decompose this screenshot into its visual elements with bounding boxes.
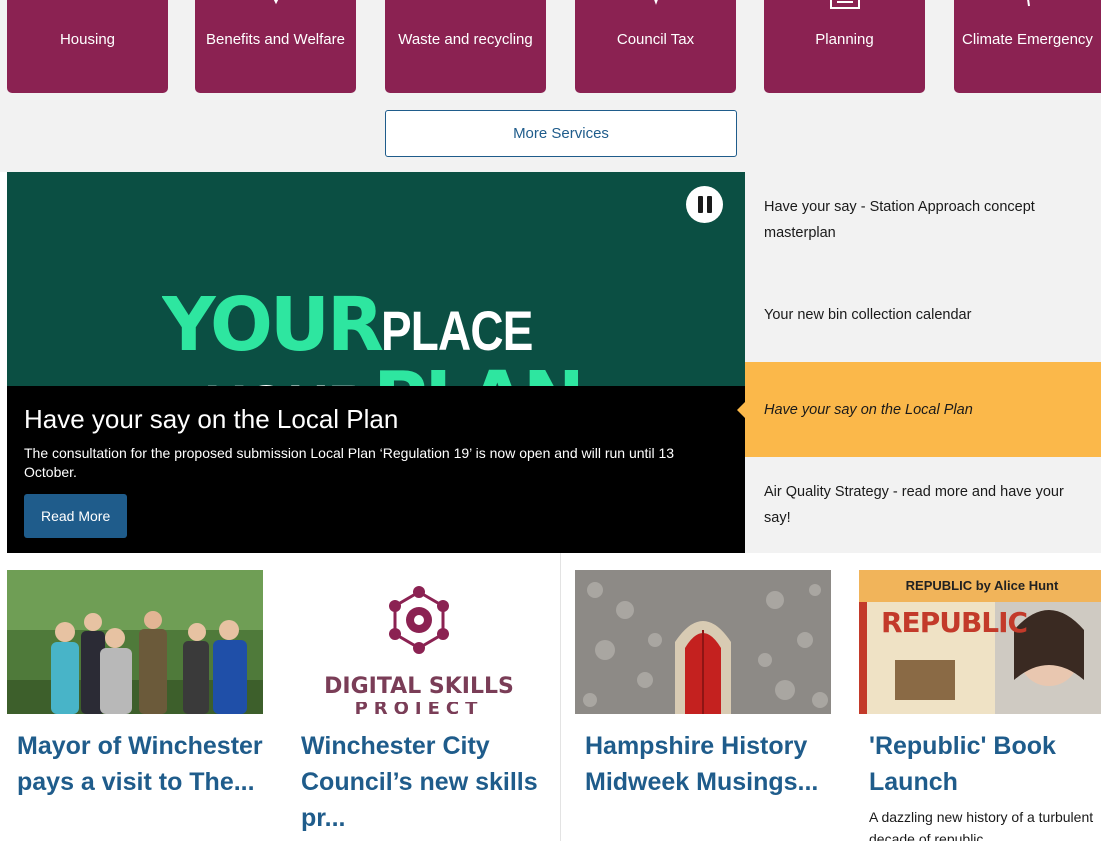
service-tile-label: Council Tax xyxy=(616,31,695,48)
read-more-button[interactable]: Read More xyxy=(24,494,128,538)
news-description: A dazzling new history of a turbulent de… xyxy=(869,809,1094,841)
hero-carousel: YOURPLACE YOUR PLAN Have your say on the… xyxy=(7,172,745,553)
leaf-icon xyxy=(1026,0,1030,7)
pause-icon-bar xyxy=(706,196,712,213)
digital-skills-logo-text: DIGITAL SKILLS xyxy=(324,674,514,699)
digital-skills-logo-subtext: PROJECT xyxy=(354,702,484,714)
service-tile-label: Housing xyxy=(59,31,116,48)
news-card-mayor: Mayor of Winchester pays a visit to The.… xyxy=(7,570,263,800)
bin-icon xyxy=(443,0,489,10)
news-photo-republic-book[interactable]: REPUBLIC by Alice Hunt REPUBLIC xyxy=(859,570,1101,714)
news-card-republic: REPUBLIC by Alice Hunt REPUBLIC 'Republi… xyxy=(859,570,1101,841)
news-photo-red-door[interactable] xyxy=(575,570,831,714)
pause-icon xyxy=(697,196,703,213)
slide-item-station-approach[interactable]: Have your say - Station Approach concept… xyxy=(745,172,1101,267)
slide-item-label: Your new bin collection calendar xyxy=(764,306,972,323)
hero-text-place: PLACE xyxy=(380,299,533,362)
service-tile-label: Climate Emergency xyxy=(962,31,1093,48)
services-section: Housing Benefits and Welfare Waste and r… xyxy=(0,0,1101,172)
coins-icon xyxy=(653,0,658,5)
book-cover-title: REPUBLIC xyxy=(881,606,1028,639)
more-services-button[interactable]: More Services xyxy=(385,110,737,157)
service-tile-label: Waste and recycling xyxy=(398,31,533,48)
slide-caption: Have your say on the Local Plan The cons… xyxy=(7,386,745,553)
service-tile-climate[interactable]: Climate Emergency xyxy=(954,0,1101,93)
service-tile-benefits[interactable]: Benefits and Welfare xyxy=(195,0,356,93)
news-card-digital-skills: DIGITAL SKILLS PROJECT Winchester City C… xyxy=(291,570,547,836)
service-tile-label: Planning xyxy=(815,31,874,48)
news-title[interactable]: 'Republic' Book Launch xyxy=(859,728,1101,800)
news-photo-digital-skills[interactable]: DIGITAL SKILLS PROJECT xyxy=(291,570,547,714)
slide-item-air-quality[interactable]: Air Quality Strategy - read more and hav… xyxy=(745,457,1101,553)
service-tile-housing[interactable]: Housing xyxy=(7,0,168,93)
news-photo-mayor[interactable] xyxy=(7,570,263,714)
hero-image: YOURPLACE YOUR PLAN xyxy=(162,282,582,392)
slide-caption-title: Have your say on the Local Plan xyxy=(24,404,399,434)
slide-item-local-plan[interactable]: Have your say on the Local Plan xyxy=(737,362,1101,457)
slide-list: Have your say - Station Approach concept… xyxy=(737,172,1101,553)
service-tile-council-tax[interactable]: Council Tax xyxy=(575,0,736,93)
service-tile-waste[interactable]: Waste and recycling xyxy=(385,0,546,93)
news-title[interactable]: Winchester City Council’s new skills pr.… xyxy=(291,728,547,836)
news-title[interactable]: Mayor of Winchester pays a visit to The.… xyxy=(7,728,263,800)
news-divider xyxy=(560,553,561,841)
slide-item-bin-calendar[interactable]: Your new bin collection calendar xyxy=(745,267,1101,362)
plan-icon xyxy=(829,0,860,9)
pause-button[interactable] xyxy=(686,186,723,223)
news-title[interactable]: Hampshire History Midweek Musings... xyxy=(575,728,831,800)
slide-item-label: Have your say - Station Approach concept… xyxy=(764,198,1035,241)
news-card-hampshire-history: Hampshire History Midweek Musings... xyxy=(575,570,831,800)
house-icon xyxy=(65,0,111,10)
service-tile-label: Benefits and Welfare xyxy=(206,31,345,48)
slide-caption-text: The consultation for the proposed submis… xyxy=(24,445,675,480)
hands-icon xyxy=(273,0,278,5)
service-tile-planning[interactable]: Planning xyxy=(764,0,925,93)
slide-item-label: Air Quality Strategy - read more and hav… xyxy=(764,484,1064,526)
slide-item-label: Have your say on the Local Plan xyxy=(764,401,973,418)
book-cover-banner: REPUBLIC by Alice Hunt xyxy=(905,578,1059,593)
